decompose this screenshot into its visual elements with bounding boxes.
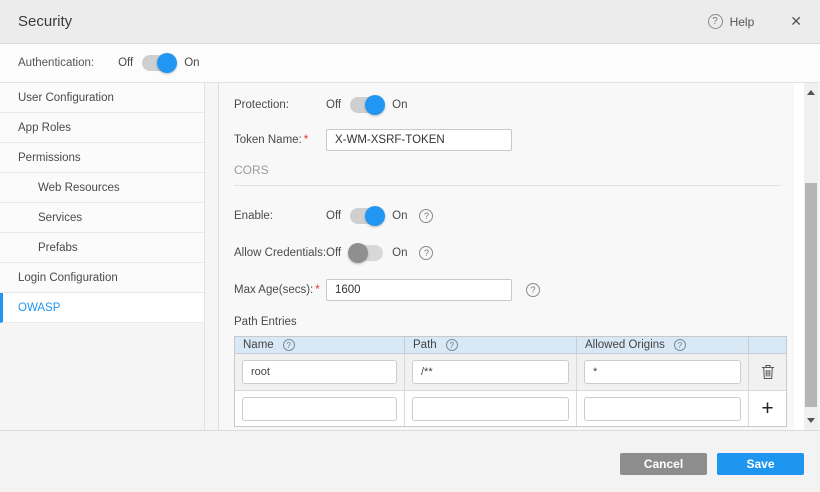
sidebar-item-web-resources[interactable]: Web Resources xyxy=(0,173,204,203)
enable-toggle[interactable] xyxy=(350,208,383,224)
toggle-knob xyxy=(348,243,368,263)
allow-credentials-on-label: On xyxy=(392,247,407,259)
content-panel: Protection: Off On Token Name:* CORS Ena… xyxy=(218,83,804,430)
cors-section-title: CORS xyxy=(234,163,794,179)
help-icon: ? xyxy=(708,14,723,29)
token-name-row: Token Name:* xyxy=(234,127,794,153)
authentication-bar: Authentication: Off On xyxy=(0,44,820,83)
protection-row: Protection: Off On xyxy=(234,91,794,119)
delete-row-button[interactable] xyxy=(761,364,775,380)
max-age-input[interactable] xyxy=(326,279,512,301)
sidebar-item-services[interactable]: Services xyxy=(0,203,204,233)
sidebar-item-owasp[interactable]: OWASP xyxy=(0,293,204,323)
max-age-label: Max Age(secs):* xyxy=(234,284,326,296)
enable-row: Enable: Off On ? xyxy=(234,202,794,230)
row1-allowed-origins-input[interactable] xyxy=(584,360,741,384)
table-row: + xyxy=(235,391,786,426)
authentication-label: Authentication: xyxy=(18,57,94,69)
allow-credentials-off-label: Off xyxy=(326,247,341,259)
allow-credentials-help-icon[interactable]: ? xyxy=(419,246,433,260)
protection-on-label: On xyxy=(392,99,407,111)
page-title: Security xyxy=(18,13,72,30)
sidebar-item-permissions[interactable]: Permissions xyxy=(0,143,204,173)
column-header-name: Name ? xyxy=(235,337,405,353)
toggle-knob xyxy=(365,95,385,115)
security-dialog: Security ? Help ✕ Authentication: Off On… xyxy=(0,0,820,492)
vertical-scrollbar[interactable] xyxy=(804,83,818,430)
scroll-up-arrow-icon[interactable] xyxy=(807,90,815,95)
required-asterisk: * xyxy=(315,284,319,296)
dialog-footer: Cancel Save xyxy=(0,430,820,492)
max-age-help-icon[interactable]: ? xyxy=(526,283,540,297)
titlebar-actions: ? Help ✕ xyxy=(708,13,820,30)
enable-on-label: On xyxy=(392,210,407,222)
enable-off-label: Off xyxy=(326,210,341,222)
add-row-button[interactable]: + xyxy=(761,398,773,419)
authentication-off-label: Off xyxy=(118,57,133,69)
cors-divider xyxy=(234,185,781,186)
save-button[interactable]: Save xyxy=(717,453,804,475)
sidebar-item-user-configuration[interactable]: User Configuration xyxy=(0,83,204,113)
row2-path-input[interactable] xyxy=(412,397,569,421)
sidebar-item-login-configuration[interactable]: Login Configuration xyxy=(0,263,204,293)
required-asterisk: * xyxy=(304,134,308,146)
column-header-allowed-origins: Allowed Origins ? xyxy=(577,337,749,353)
row1-name-input[interactable] xyxy=(242,360,397,384)
path-entries-table: Name ? Path ? Allowed Origins ? xyxy=(234,336,787,427)
column-header-path: Path ? xyxy=(405,337,577,353)
authentication-on-label: On xyxy=(184,57,199,69)
scrollbar-thumb[interactable] xyxy=(805,183,817,407)
help-button[interactable]: ? Help xyxy=(708,14,755,29)
row2-allowed-origins-input[interactable] xyxy=(584,397,741,421)
protection-label: Protection: xyxy=(234,99,326,111)
token-name-input[interactable] xyxy=(326,129,512,151)
toggle-knob xyxy=(157,53,177,73)
token-name-label: Token Name:* xyxy=(234,134,326,146)
allow-credentials-label: Allow Credentials: xyxy=(234,247,326,259)
enable-label: Enable: xyxy=(234,210,326,222)
owasp-form: Protection: Off On Token Name:* CORS Ena… xyxy=(219,83,794,430)
max-age-row: Max Age(secs):* ? xyxy=(234,277,794,303)
name-help-icon[interactable]: ? xyxy=(283,339,295,351)
help-label: Help xyxy=(730,15,755,29)
title-bar: Security ? Help ✕ xyxy=(0,0,820,44)
path-help-icon[interactable]: ? xyxy=(446,339,458,351)
allowed-origins-help-icon[interactable]: ? xyxy=(674,339,686,351)
table-row xyxy=(235,354,786,391)
enable-help-icon[interactable]: ? xyxy=(419,209,433,223)
protection-toggle[interactable] xyxy=(350,97,383,113)
path-entries-label: Path Entries xyxy=(234,316,794,332)
column-header-actions xyxy=(749,337,786,353)
trash-icon xyxy=(761,364,775,380)
close-icon[interactable]: ✕ xyxy=(790,13,802,30)
sidebar-item-prefabs[interactable]: Prefabs xyxy=(0,233,204,263)
sidebar: User Configuration App Roles Permissions… xyxy=(0,83,205,430)
cancel-button[interactable]: Cancel xyxy=(620,453,707,475)
dialog-body: User Configuration App Roles Permissions… xyxy=(0,83,820,430)
allow-credentials-row: Allow Credentials: Off On ? xyxy=(234,239,794,267)
path-entries-header-row: Name ? Path ? Allowed Origins ? xyxy=(235,337,786,354)
toggle-knob xyxy=(365,206,385,226)
protection-off-label: Off xyxy=(326,99,341,111)
row2-name-input[interactable] xyxy=(242,397,397,421)
scroll-down-arrow-icon[interactable] xyxy=(807,418,815,423)
row1-path-input[interactable] xyxy=(412,360,569,384)
sidebar-item-app-roles[interactable]: App Roles xyxy=(0,113,204,143)
allow-credentials-toggle[interactable] xyxy=(350,245,383,261)
authentication-toggle[interactable] xyxy=(142,55,175,71)
